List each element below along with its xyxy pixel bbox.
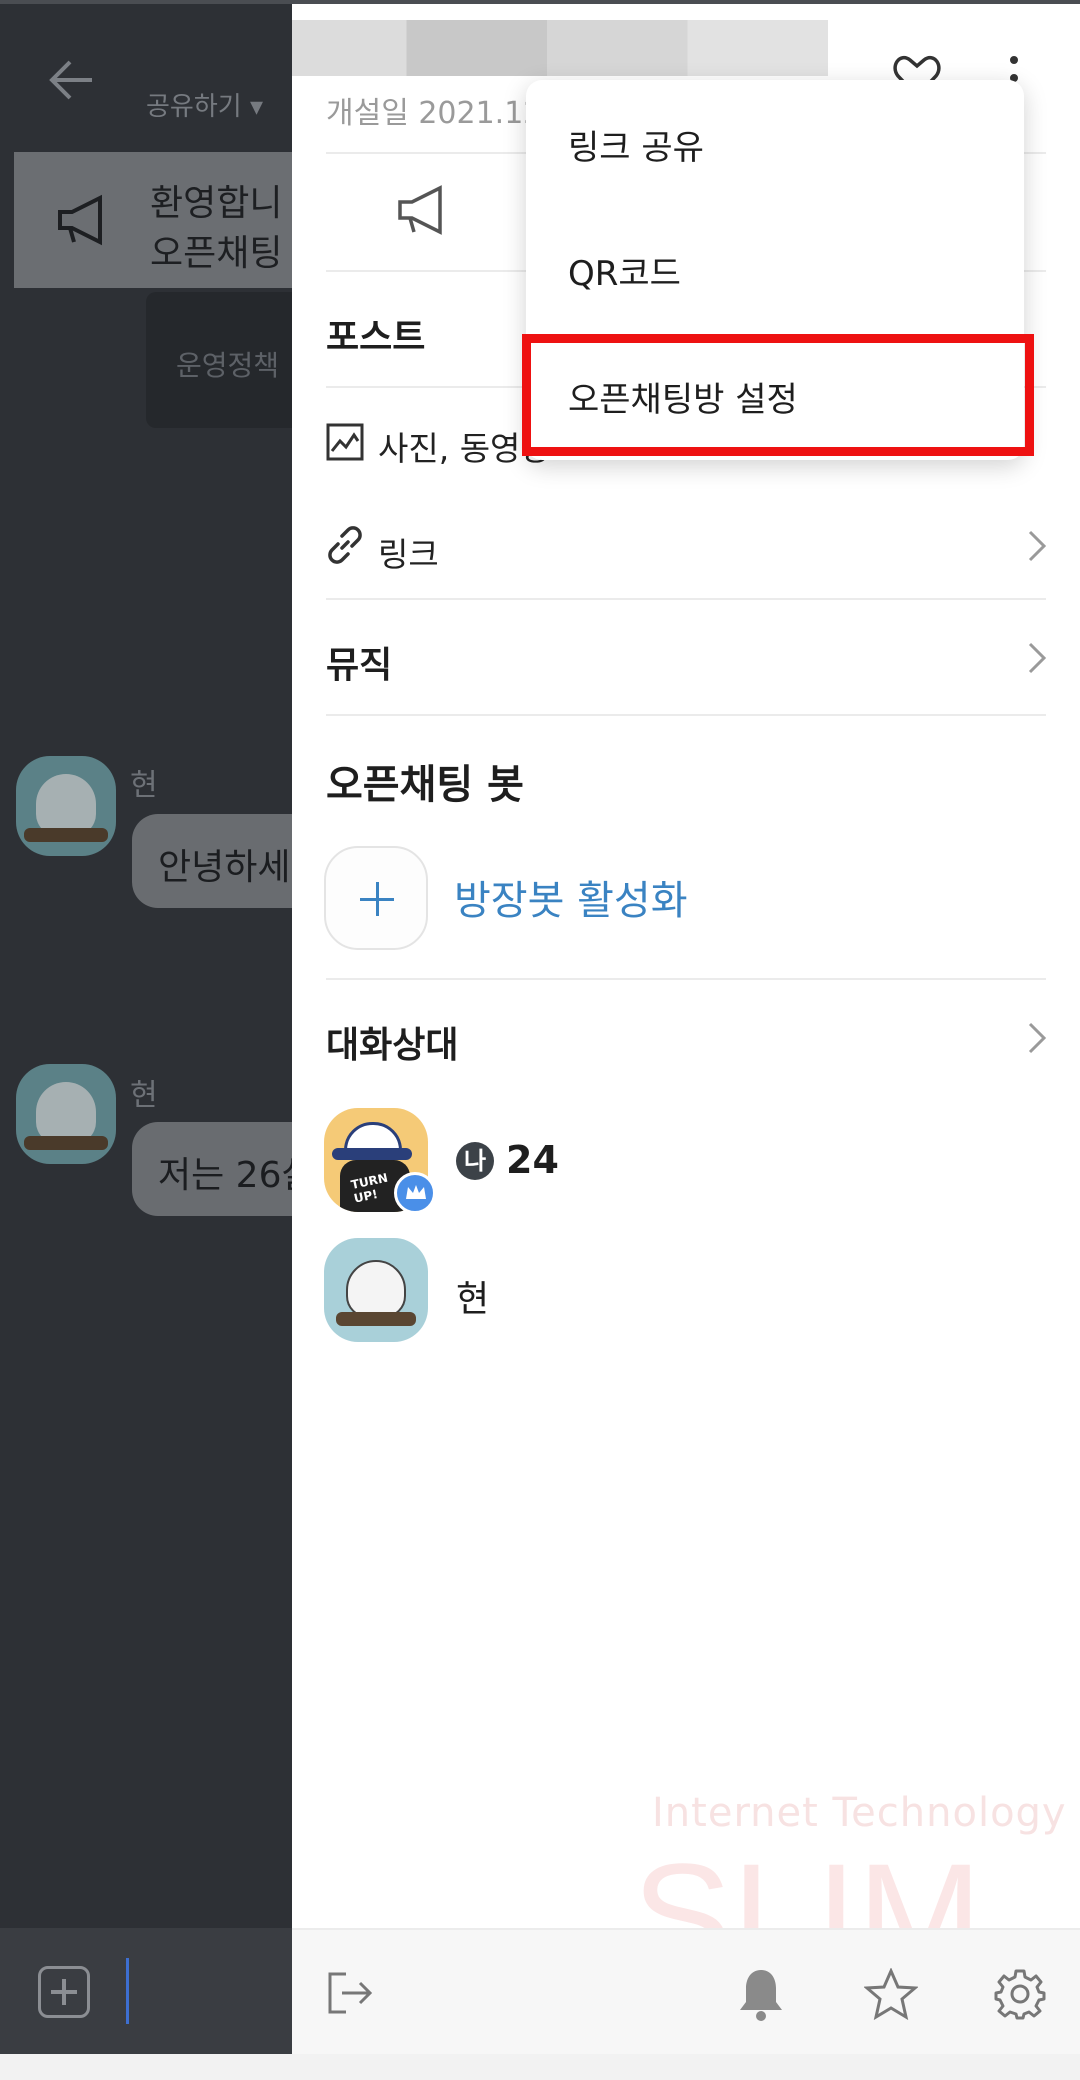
member-name[interactable]: 현 (456, 1270, 489, 1322)
chevron-right-icon[interactable] (1026, 640, 1048, 676)
avatar[interactable] (16, 1064, 116, 1164)
message-bubble[interactable]: 저는 26살 (132, 1122, 292, 1216)
open-date: 개설일 2021.12 (326, 96, 543, 131)
message-text: 저는 26살 (158, 1155, 292, 1196)
divider (326, 714, 1046, 716)
blurred-room-title (292, 20, 828, 76)
notice-text-line2: 오픈채팅 (150, 233, 283, 274)
divider (326, 978, 1046, 980)
star-icon[interactable] (864, 1968, 918, 2020)
menu-item-label: 링크 공유 (568, 128, 704, 168)
me-badge: 나 (456, 1142, 494, 1180)
chat-background: 공유하기 ▾ 환영합니 오픈채팅 운영정책 현 안녕하세 현 저는 26살 (0, 0, 292, 2054)
menu-item-share-link[interactable]: 링크 공유 (526, 80, 1024, 206)
post-section[interactable]: 포스트 (326, 308, 425, 360)
policy-notice[interactable]: 운영정책 (146, 292, 292, 428)
avatar[interactable] (16, 756, 116, 856)
link-row[interactable]: 링크 (378, 528, 439, 576)
message-sender: 현 (130, 1078, 158, 1113)
status-line (0, 0, 1080, 4)
chevron-right-icon[interactable] (1026, 1020, 1048, 1056)
chat-input-bar (0, 1928, 292, 2054)
highlight-box (522, 334, 1034, 456)
member-avatar[interactable] (324, 1238, 428, 1342)
add-bot-button[interactable] (324, 846, 428, 950)
divider (326, 598, 1046, 600)
notice-banner[interactable]: 환영합니 오픈채팅 (14, 152, 292, 288)
crown-icon (394, 1172, 436, 1214)
megaphone-icon (58, 194, 102, 246)
message-text: 안녕하세 (158, 847, 291, 888)
bell-icon[interactable] (736, 1966, 786, 2022)
message-bubble[interactable]: 안녕하세 (132, 814, 292, 908)
megaphone-icon[interactable] (394, 182, 454, 238)
activate-host-bot-link[interactable]: 방장봇 활성화 (454, 868, 688, 926)
member-name[interactable]: 24 (506, 1138, 559, 1182)
menu-item-qr-code[interactable]: QR코드 (526, 206, 1024, 332)
gear-icon[interactable] (994, 1968, 1046, 2020)
menu-item-label: QR코드 (568, 254, 681, 294)
photo-icon (326, 423, 364, 461)
music-section[interactable]: 뮤직 (326, 636, 392, 688)
link-icon (328, 526, 362, 564)
attach-plus-icon[interactable] (38, 1966, 90, 2018)
back-arrow-icon[interactable] (44, 52, 100, 108)
share-subtitle[interactable]: 공유하기 ▾ (146, 86, 263, 123)
drawer-bottom-bar (292, 1928, 1080, 2054)
chevron-right-icon[interactable] (1026, 528, 1048, 564)
members-section[interactable]: 대화상대 (326, 1016, 458, 1068)
notice-text-line1: 환영합니 (150, 183, 283, 224)
policy-text: 운영정책 (176, 349, 280, 382)
exit-icon[interactable] (326, 1970, 374, 2016)
nav-strip (0, 2054, 1080, 2080)
text-cursor[interactable] (126, 1958, 129, 2024)
openchat-bot-title: 오픈채팅 봇 (326, 762, 524, 808)
message-sender: 현 (130, 768, 158, 803)
